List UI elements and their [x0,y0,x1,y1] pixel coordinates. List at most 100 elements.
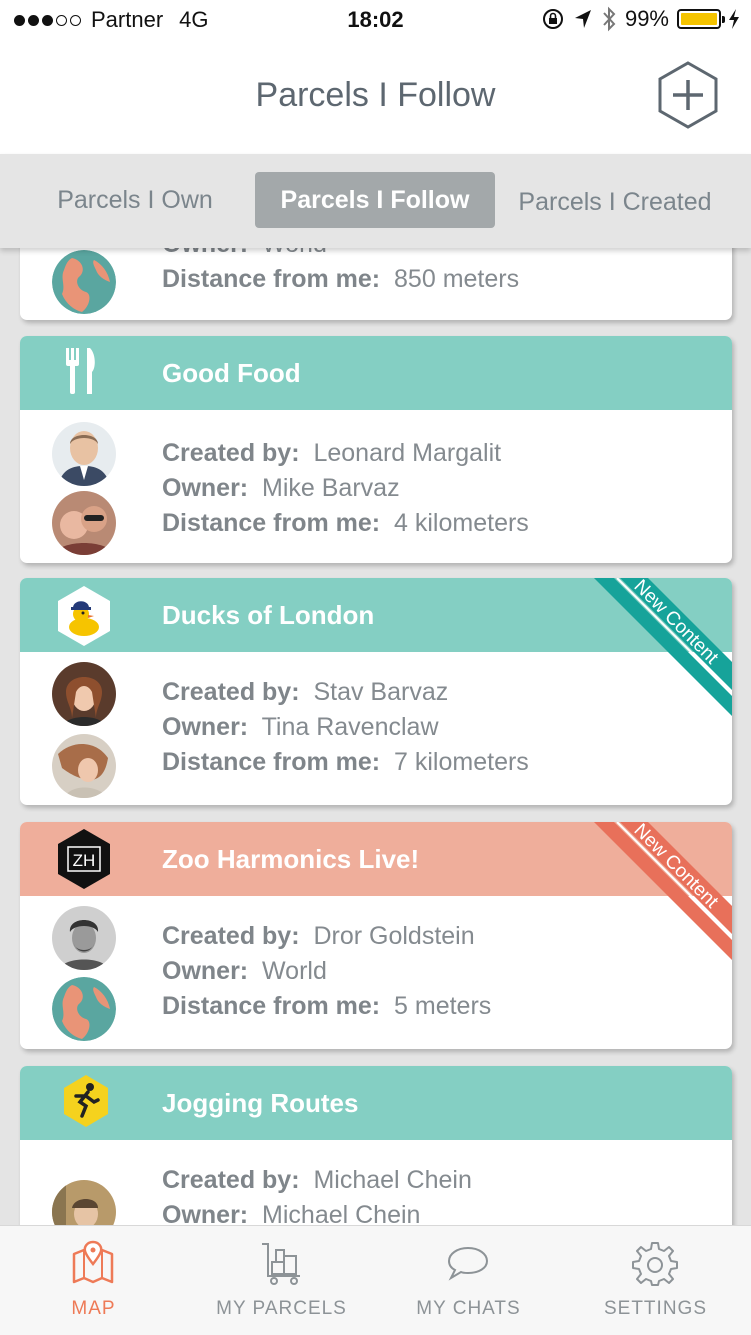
parcel-card-ducks-of-london[interactable]: Ducks of London New Content Created by: … [20,578,732,805]
page-title: Parcels I Follow [255,76,496,114]
tab-parcels-i-created[interactable]: Parcels I Created [508,174,722,230]
created-by-label: Created by: [162,678,300,706]
nav-my-chats-label: MY CHATS [416,1298,521,1319]
bluetooth-icon [603,6,616,32]
owner-value: World [262,248,327,258]
card-header: Jogging Routes [20,1066,732,1140]
owner-label: Owner: [162,474,249,502]
created-by-label: Created by: [162,439,300,467]
card-info: Created by: Dror Goldstein Owner: World … [162,919,491,1024]
created-by-label: Created by: [162,922,300,950]
owner-value: World [262,957,327,985]
owner-label: Owner: [162,1201,249,1225]
distance-label: Distance from me: [162,509,381,537]
owner-line: Owner: Michael Chein [162,1198,472,1225]
nav-my-chats[interactable]: MY CHATS [375,1226,562,1335]
parcel-card-good-food[interactable]: Good Food Created by: Leonard Margalit O… [20,336,732,563]
parcel-card-jogging-routes[interactable]: Jogging Routes Created by: Michael Chein… [20,1066,732,1225]
tab-parcels-i-own[interactable]: Parcels I Own [40,172,230,228]
fork-knife-icon [66,348,95,394]
tab-parcels-i-follow[interactable]: Parcels I Follow [255,172,495,228]
card-title: Ducks of London [162,600,375,630]
card-info: Created by: Michael Chein Owner: Michael… [162,1163,472,1225]
creator-avatar [52,662,116,726]
runner-icon [64,1075,108,1127]
distance-line: Distance from me: 7 kilometers [162,745,529,780]
card-info: Created by: Stav Barvaz Owner: Tina Rave… [162,675,529,780]
rotation-lock-icon [542,9,563,29]
owner-avatar [52,491,116,555]
distance-label: Distance from me: [162,748,381,776]
created-by-value: Stav Barvaz [313,678,449,706]
owner-label: Owner: [162,713,249,741]
owner-line: Owner: World [162,954,491,989]
app-screen: Partner 4G 18:02 99% Parcels I Follow Pa… [0,0,751,1335]
charging-icon [729,9,739,29]
created-by-line: Created by: Stav Barvaz [162,675,529,710]
card-title: Good Food [162,358,301,388]
gear-icon [632,1242,678,1286]
new-content-ribbon: New Content [594,578,732,716]
distance-line: Distance from me: 5 meters [162,989,491,1024]
owner-value: Tina Ravenclaw [261,713,439,741]
add-parcel-button[interactable] [656,60,720,130]
parcels-cart-icon [262,1243,300,1285]
card-header: Good Food [20,336,732,410]
status-right: 99% [541,6,739,32]
card-title: Zoo Harmonics Live! [162,844,420,874]
distance-line: Distance from me: 4 kilometers [162,506,529,541]
creator-avatar [52,906,116,970]
nav-map-label: MAP [71,1298,116,1319]
owner-line: Owner: Mike Barvaz [162,471,529,506]
distance-value: 5 meters [394,992,492,1020]
zh-logo-icon: ZH [58,829,110,889]
created-by-label: Created by: [162,1166,300,1194]
distance-value: 850 meters [394,265,520,293]
distance-line: Distance from me: 850 meters [162,262,519,297]
creator-avatar [52,1180,116,1225]
nav-map[interactable]: MAP [0,1226,187,1335]
nav-my-parcels-label: MY PARCELS [216,1298,347,1319]
card-info: Created by: Leonard Margalit Owner: Mike… [162,436,529,541]
parcel-card-zoo-harmonics[interactable]: ZH Zoo Harmonics Live! New Content Creat… [20,822,732,1049]
owner-avatar [52,734,116,798]
distance-value: 4 kilometers [394,509,529,537]
globe-avatar [52,977,116,1041]
owner-value: Michael Chein [262,1201,421,1225]
header: Parcels I Follow [0,40,751,154]
status-bar: Partner 4G 18:02 99% [0,0,751,40]
zh-logo-text: ZH [73,851,96,870]
globe-avatar [52,250,116,314]
battery-percent: 99% [624,6,669,31]
card-info: Owner: World Distance from me: 850 meter… [162,248,519,297]
created-by-value: Michael Chein [313,1166,472,1194]
parcel-list[interactable]: Owner: World Distance from me: 850 meter… [0,248,751,1225]
created-by-value: Dror Goldstein [313,922,475,950]
nav-my-parcels[interactable]: MY PARCELS [188,1226,375,1335]
owner-value: Mike Barvaz [262,474,400,502]
location-arrow-icon [574,10,591,28]
distance-value: 7 kilometers [394,748,529,776]
created-by-value: Leonard Margalit [313,439,502,467]
nav-settings-label: SETTINGS [603,1298,707,1319]
bottom-nav: MAP MY PARCELS MY CHATS SETTINGS [0,1225,751,1335]
battery-icon [677,9,725,29]
chat-bubble-icon [447,1246,489,1281]
new-content-ribbon: New Content [594,822,732,960]
creator-avatar [52,422,116,486]
duck-icon [58,586,110,646]
segmented-tabs: Parcels I Own Parcels I Follow Parcels I… [0,154,751,248]
card-title: Jogging Routes [162,1088,359,1118]
owner-line: Owner: Tina Ravenclaw [162,710,529,745]
owner-line: Owner: World [162,248,519,262]
nav-settings[interactable]: SETTINGS [562,1226,749,1335]
parcel-card[interactable]: Owner: World Distance from me: 850 meter… [20,248,732,320]
distance-label: Distance from me: [162,265,381,293]
distance-label: Distance from me: [162,992,381,1020]
created-by-line: Created by: Leonard Margalit [162,436,529,471]
created-by-line: Created by: Michael Chein [162,1163,472,1198]
created-by-line: Created by: Dror Goldstein [162,919,491,954]
owner-label: Owner: [162,248,248,258]
owner-label: Owner: [162,957,249,985]
map-pin-icon [72,1240,114,1284]
